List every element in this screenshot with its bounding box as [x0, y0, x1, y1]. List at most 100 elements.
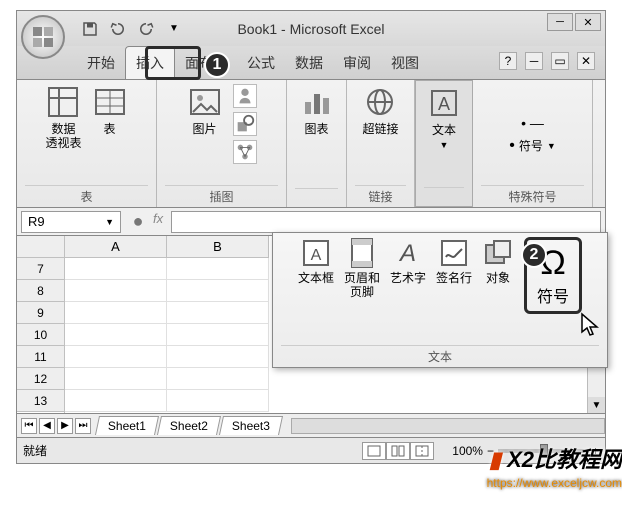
shapes-button[interactable] [233, 112, 257, 136]
cell[interactable] [65, 258, 167, 280]
group-label-link: 链接 [355, 185, 406, 205]
smartart-icon [234, 141, 256, 163]
zoom-level[interactable]: 100% [452, 444, 483, 458]
pivot-table-button[interactable]: 数据 透视表 [45, 84, 81, 150]
signature-line-button[interactable]: 签名行 [436, 237, 472, 285]
cell[interactable] [167, 346, 269, 368]
cell[interactable] [65, 346, 167, 368]
cell[interactable] [65, 302, 167, 324]
picture-button[interactable]: 图片 [187, 84, 223, 136]
svg-text:A: A [398, 240, 416, 267]
group-label-illustrations: 插图 [165, 185, 278, 205]
undo-icon [109, 20, 127, 38]
row-header[interactable]: 9 [17, 302, 64, 324]
cell[interactable] [167, 368, 269, 390]
col-header[interactable]: B [167, 236, 269, 258]
text-dropdown-button[interactable]: A 文本▼ [426, 85, 462, 152]
tab-review[interactable]: 审阅 [333, 47, 381, 79]
doc-close-button[interactable]: ✕ [577, 52, 595, 70]
chevron-down-icon: ▼ [105, 217, 114, 227]
watermark: ▮ X2比教程网 https://www.exceljcw.com [487, 442, 622, 490]
cell[interactable] [167, 280, 269, 302]
next-sheet-button[interactable]: ▶ [57, 418, 73, 434]
hyperlink-button[interactable]: 超链接 [362, 84, 398, 136]
prev-sheet-button[interactable]: ◀ [39, 418, 55, 434]
qat-dropdown[interactable]: ▼ [163, 18, 185, 40]
symbol-dropdown-button[interactable]: • 符号 ▼ [509, 137, 556, 155]
text-icon: A [426, 85, 462, 121]
tab-home[interactable]: 开始 [77, 47, 125, 79]
name-box[interactable]: R9 ▼ [21, 211, 121, 233]
header-footer-button[interactable]: 页眉和 页脚 [344, 237, 380, 299]
hyperlink-icon [362, 84, 398, 120]
object-button[interactable]: 对象 [482, 237, 514, 285]
group-label-table: 表 [25, 185, 148, 205]
group-label-text [424, 187, 464, 204]
smartart-button[interactable] [233, 140, 257, 164]
first-sheet-button[interactable]: ⏮ [21, 418, 37, 434]
cell[interactable] [65, 280, 167, 302]
sheet-tab-bar: ⏮ ◀ ▶ ⏭ Sheet1 Sheet2 Sheet3 [16, 414, 606, 438]
tab-data[interactable]: 数据 [285, 47, 333, 79]
special-symbol-line1[interactable]: • — [521, 115, 544, 131]
select-all-corner[interactable] [17, 236, 64, 258]
textbox-button[interactable]: A 文本框 [298, 237, 334, 285]
cell[interactable] [167, 390, 269, 412]
close-button[interactable]: ✕ [575, 13, 601, 31]
cell[interactable] [65, 390, 167, 412]
tab-view[interactable]: 视图 [381, 47, 429, 79]
status-text: 就绪 [23, 442, 47, 459]
watermark-url: https://www.exceljcw.com [487, 476, 622, 490]
formula-input[interactable] [171, 211, 601, 233]
title-bar: ▼ Book1 - Microsoft Excel ─ ✕ [16, 10, 606, 46]
chart-button[interactable]: 图表 [299, 84, 335, 136]
col-header[interactable]: A [65, 236, 167, 258]
annotation-marker-2: 2 [521, 242, 547, 268]
cell[interactable] [167, 302, 269, 324]
horizontal-scrollbar[interactable] [291, 418, 605, 434]
row-header[interactable]: 8 [17, 280, 64, 302]
minimize-button[interactable]: ─ [547, 13, 573, 31]
textbox-icon: A [300, 237, 332, 269]
sheet-tab[interactable]: Sheet1 [95, 416, 159, 435]
row-header[interactable]: 11 [17, 346, 64, 368]
table-button[interactable]: 表 [92, 84, 128, 136]
annotation-marker-1: 1 [204, 52, 230, 78]
redo-button[interactable] [135, 18, 157, 40]
doc-restore-button[interactable]: ▭ [551, 52, 569, 70]
row-header[interactable]: 12 [17, 368, 64, 390]
undo-button[interactable] [107, 18, 129, 40]
cell[interactable] [65, 324, 167, 346]
doc-minimize-button[interactable]: ─ [525, 52, 543, 70]
page-break-view-button[interactable] [410, 442, 434, 460]
wordart-icon: A [392, 237, 424, 269]
clipart-button[interactable] [233, 84, 257, 108]
help-button[interactable]: ? [499, 52, 517, 70]
row-header[interactable]: 10 [17, 324, 64, 346]
row-header[interactable]: 7 [17, 258, 64, 280]
save-button[interactable] [79, 18, 101, 40]
annotation-highlight-insert [145, 46, 201, 80]
cell[interactable] [65, 368, 167, 390]
wordart-button[interactable]: A 艺术字 [390, 237, 426, 285]
clipart-icon [234, 85, 256, 107]
sheet-tab[interactable]: Sheet2 [157, 416, 221, 435]
row-header[interactable]: 13 [17, 390, 64, 412]
office-logo-icon [31, 25, 55, 49]
fx-button[interactable]: fx [153, 211, 163, 232]
last-sheet-button[interactable]: ⏭ [75, 418, 91, 434]
cell[interactable] [167, 258, 269, 280]
scroll-down-arrow[interactable]: ▼ [588, 397, 605, 413]
office-button[interactable] [21, 15, 65, 59]
ribbon: 数据 透视表 表 表 图片 插图 [16, 80, 606, 208]
tab-formulas[interactable]: 公式 [237, 47, 285, 79]
page-layout-view-button[interactable] [386, 442, 410, 460]
quick-access-toolbar: ▼ [79, 11, 185, 46]
sheet-tab[interactable]: Sheet3 [219, 416, 283, 435]
normal-view-button[interactable] [362, 442, 386, 460]
group-label-special: 特殊符号 [481, 185, 584, 205]
chevron-down-icon: ▼ [547, 141, 556, 151]
cell[interactable] [167, 324, 269, 346]
group-label-chart [295, 188, 338, 205]
cancel-formula-icon[interactable]: ● [129, 211, 147, 232]
